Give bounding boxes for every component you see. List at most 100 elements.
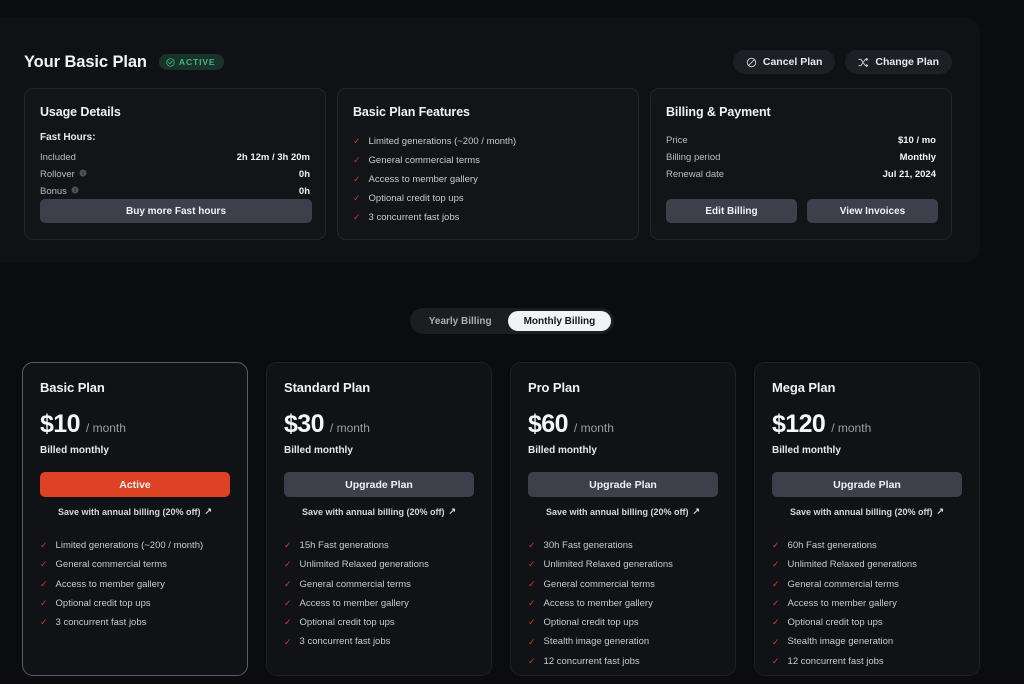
annual-billing-label: Save with annual billing (20% off)	[57, 506, 201, 517]
plan-card-mega[interactable]: Mega Plan $120 / month Billed monthly Up…	[754, 362, 980, 676]
list-item: ✓ 12 concurrent fast jobs	[772, 652, 962, 671]
buy-fast-hours-button[interactable]: Buy more Fast hours	[40, 199, 312, 223]
billing-row-key: Billing period	[666, 152, 721, 163]
check-icon: ✓	[772, 655, 780, 666]
check-icon: ✓	[284, 540, 292, 551]
plan-price-row: $30 / month	[284, 410, 474, 439]
list-item: ✓ Stealth image generation	[772, 632, 962, 651]
feature-label: General commercial terms	[787, 578, 899, 590]
check-icon: ✓	[772, 559, 780, 570]
feature-label: 12 concurrent fast jobs	[543, 655, 640, 667]
plan-card-pro[interactable]: Pro Plan $60 / month Billed monthly Upgr…	[510, 362, 736, 676]
plan-price-period: / month	[329, 421, 370, 435]
page-title: Your Basic Plan	[24, 52, 147, 71]
change-plan-label: Change Plan	[875, 56, 939, 68]
list-item: ✓ Optional credit top ups	[353, 189, 623, 208]
usage-row: Rollover 0h	[40, 166, 310, 183]
list-item: ✓ 3 concurrent fast jobs	[40, 613, 230, 632]
plan-price: $120	[772, 410, 826, 438]
plan-features-card: Basic Plan Features ✓ Limited generations…	[337, 88, 639, 240]
annual-billing-label: Save with annual billing (20% off)	[789, 506, 933, 517]
feature-label: Unlimited Relaxed generations	[543, 559, 673, 571]
list-item: ✓ 3 concurrent fast jobs	[284, 632, 474, 651]
tab-monthly-billing[interactable]: Monthly Billing	[507, 311, 612, 331]
info-icon[interactable]	[71, 183, 79, 200]
plan-cards-row: Basic Plan $10 / month Billed monthly Ac…	[22, 362, 980, 676]
plan-cta-button[interactable]: Active	[40, 472, 230, 497]
feature-label: 3 concurrent fast jobs	[299, 636, 391, 648]
feature-label: Unlimited Relaxed generations	[299, 559, 429, 571]
check-icon: ✓	[40, 540, 48, 551]
cancel-plan-button[interactable]: Cancel Plan	[732, 50, 836, 74]
feature-label: 15h Fast generations	[299, 540, 389, 551]
summary-cards-row: Usage Details Fast Hours: Included 2h 12…	[0, 88, 980, 240]
plan-price-period: / month	[85, 421, 126, 435]
feature-label: Stealth image generation	[787, 636, 894, 648]
billing-actions: Edit Billing View Invoices	[666, 199, 938, 223]
billing-row: Renewal date Jul 21, 2024	[666, 166, 936, 183]
feature-label: Access to member gallery	[55, 578, 165, 590]
plan-feature-list: ✓ 30h Fast generations ✓ Unlimited Relaxed…	[528, 536, 718, 671]
check-icon: ✓	[353, 193, 361, 203]
list-item: ✓ Unlimited Relaxed generations	[772, 555, 962, 574]
plan-name: Pro Plan	[528, 380, 580, 395]
usage-row: Included 2h 12m / 3h 20m	[40, 149, 310, 166]
annual-billing-link[interactable]: Save with annual billing (20% off) ↗	[528, 506, 718, 517]
shuffle-icon	[858, 57, 869, 68]
check-icon: ✓	[40, 598, 48, 609]
usage-row-key: Rollover	[40, 169, 75, 180]
plan-cta-button[interactable]: Upgrade Plan	[772, 472, 962, 497]
list-item: ✓ 30h Fast generations	[528, 536, 718, 555]
billing-row: Price $10 / mo	[666, 132, 936, 149]
tab-yearly-billing[interactable]: Yearly Billing	[413, 311, 508, 331]
plan-card-basic[interactable]: Basic Plan $10 / month Billed monthly Ac…	[22, 362, 248, 676]
info-icon[interactable]	[79, 166, 87, 183]
current-plan-panel: Your Basic Plan ACTIVE Cancel Plan Chang…	[0, 18, 980, 262]
check-circle-icon	[166, 57, 175, 67]
feature-label: Optional credit top ups	[543, 617, 639, 629]
change-plan-button[interactable]: Change Plan	[845, 50, 952, 74]
external-link-icon: ↗	[448, 506, 457, 516]
edit-billing-button[interactable]: Edit Billing	[666, 199, 797, 223]
plan-cta-button[interactable]: Upgrade Plan	[528, 472, 718, 497]
list-item: ✓ Optional credit top ups	[284, 613, 474, 632]
plan-name: Mega Plan	[772, 380, 836, 395]
cancel-plan-label: Cancel Plan	[762, 56, 823, 68]
annual-billing-link[interactable]: Save with annual billing (20% off) ↗	[772, 506, 962, 517]
check-icon: ✓	[40, 617, 48, 628]
check-icon: ✓	[528, 598, 536, 609]
plan-feature-list: ✓ 60h Fast generations ✓ Unlimited Relaxed…	[772, 536, 962, 671]
check-icon: ✓	[528, 540, 536, 551]
check-icon: ✓	[353, 174, 361, 184]
check-icon: ✓	[772, 617, 780, 628]
feature-label: Limited generations (~200 / month)	[368, 136, 517, 147]
list-item: ✓ Limited generations (~200 / month)	[353, 132, 623, 151]
plan-price: $10	[40, 410, 81, 438]
plan-cta-button[interactable]: Upgrade Plan	[284, 472, 474, 497]
plan-price-period: / month	[831, 421, 872, 435]
plan-feature-list: ✓ Limited generations (~200 / month) ✓ Gen…	[40, 536, 230, 632]
list-item: ✓ 3 concurrent fast jobs	[353, 208, 623, 227]
check-icon: ✓	[772, 578, 780, 589]
billing-row: Billing period Monthly	[666, 149, 936, 166]
check-icon: ✓	[284, 578, 292, 589]
feature-label: Unlimited Relaxed generations	[787, 559, 917, 571]
plan-features-title: Basic Plan Features	[353, 105, 470, 119]
check-icon: ✓	[284, 636, 292, 647]
ban-icon	[746, 57, 757, 68]
plan-card-standard[interactable]: Standard Plan $30 / month Billed monthly…	[266, 362, 492, 676]
usage-row-value: 0h	[298, 169, 310, 180]
list-item: ✓ General commercial terms	[353, 151, 623, 170]
check-icon: ✓	[772, 598, 780, 609]
list-item: ✓ Unlimited Relaxed generations	[284, 555, 474, 574]
annual-billing-link[interactable]: Save with annual billing (20% off) ↗	[284, 506, 474, 517]
billing-row-key: Price	[666, 135, 688, 146]
check-icon: ✓	[528, 617, 536, 628]
check-icon: ✓	[772, 540, 780, 551]
check-icon: ✓	[284, 598, 292, 609]
annual-billing-link[interactable]: Save with annual billing (20% off) ↗	[40, 506, 230, 517]
external-link-icon: ↗	[204, 506, 213, 516]
feature-label: Optional credit top ups	[787, 617, 883, 629]
view-invoices-button[interactable]: View Invoices	[807, 199, 938, 223]
usage-row-value: 2h 12m / 3h 20m	[236, 152, 310, 163]
